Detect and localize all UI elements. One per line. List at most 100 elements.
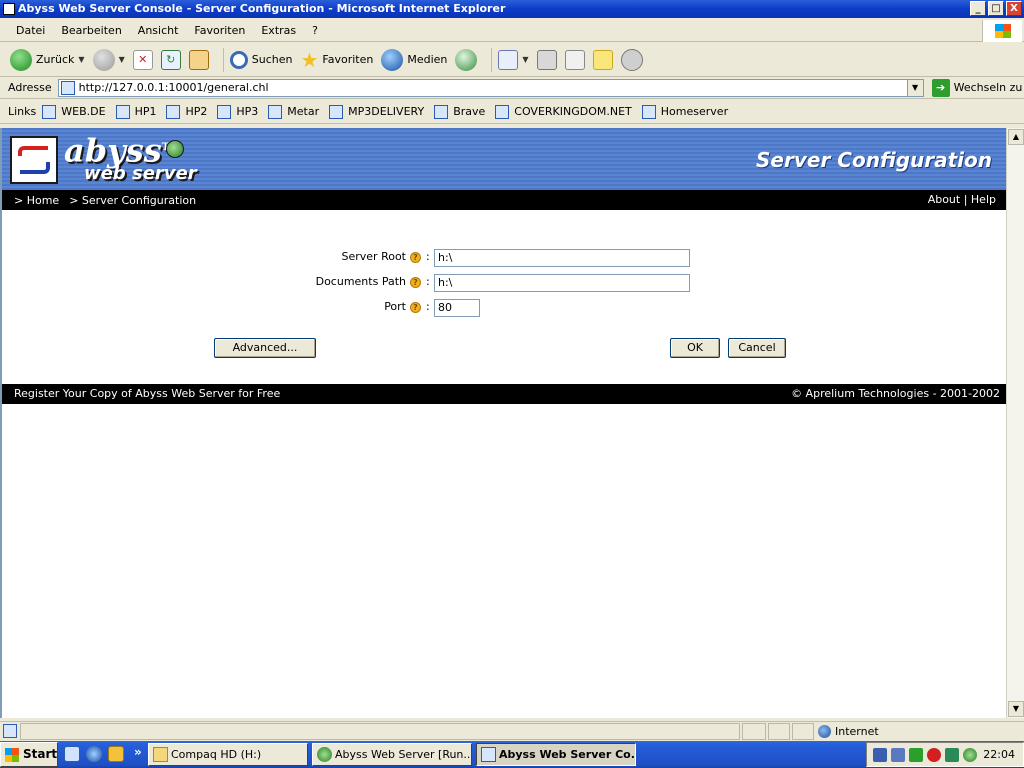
link-hp3[interactable]: HP3 [217,104,259,119]
menu-bar: Datei Bearbeiten Ansicht Favoriten Extra… [0,20,1024,42]
tray-app2-icon[interactable] [945,748,959,762]
link-brave[interactable]: Brave [434,104,485,119]
notes-button[interactable] [592,49,613,70]
abyss-tray-icon[interactable] [963,748,977,762]
links-bar: Links WEB.DE HP1 HP2 HP3 Metar MP3DELIVE… [0,100,1024,124]
favorites-button[interactable]: ★ Favoriten [300,50,373,70]
server-root-row: Server Root ? : h:\ [2,248,1006,268]
chevron-down-icon[interactable]: ▼ [906,79,923,96]
server-root-input[interactable]: h:\ [434,249,690,267]
minimize-button[interactable]: _ [970,1,986,16]
vertical-scrollbar[interactable]: ▲ ▼ [1006,128,1024,718]
ok-button[interactable]: OK [670,338,720,358]
zone-label: Internet [835,725,879,738]
link-coverkingdom[interactable]: COVERKINGDOM.NET [495,104,632,119]
quicklaunch-more-icon[interactable]: » [134,745,142,759]
link-mp3delivery[interactable]: MP3DELIVERY [329,104,424,119]
history-icon [455,48,478,71]
mail-button[interactable]: ▼ [498,49,529,70]
window-controls: _ □ X [970,1,1022,16]
chevron-down-icon[interactable]: ▼ [522,55,528,64]
menu-ansicht[interactable]: Ansicht [130,24,187,37]
history-button[interactable] [455,48,478,71]
abyss-logo-icon [10,136,58,184]
chevron-down-icon[interactable]: ▼ [78,55,84,64]
about-help-links[interactable]: About | Help [928,190,996,210]
home-button[interactable] [188,49,209,70]
link-hp2[interactable]: HP2 [166,104,208,119]
scroll-down-icon[interactable]: ▼ [1008,701,1024,717]
help-icon[interactable]: ? [410,302,421,313]
cancel-button[interactable]: Cancel [728,338,786,358]
back-button[interactable]: Zurück ▼ [10,48,85,71]
ie-page-icon [115,104,130,119]
close-button[interactable]: X [1006,1,1022,16]
link-homeserver[interactable]: Homeserver [641,104,728,119]
advanced-button[interactable]: Advanced... [214,338,316,358]
home-icon [188,49,209,70]
network-icon[interactable] [873,748,887,762]
port-input[interactable]: 80 [434,299,480,317]
menu-help[interactable]: ? [304,24,326,37]
links-label: Links [8,105,37,118]
forward-button[interactable]: ▼ [92,48,125,71]
search-button[interactable]: Suchen [229,50,292,69]
app-quicklaunch-icon[interactable] [108,746,124,762]
refresh-button[interactable]: ↻ [160,49,181,70]
start-label: Start [23,747,58,761]
documents-path-input[interactable]: h:\ [434,274,690,292]
link-label: HP3 [236,105,259,118]
status-cell [768,723,790,740]
breadcrumb: > Home > Server Configuration About | He… [2,190,1006,210]
status-text-cell [20,723,740,740]
ie-quicklaunch-icon[interactable] [86,746,102,762]
toolbar-separator [491,47,493,72]
start-button[interactable]: Start [0,742,58,767]
link-web-de[interactable]: WEB.DE [42,104,106,119]
tray-green-icon[interactable] [909,748,923,762]
go-button[interactable]: ➔ Wechseln zu [931,78,1023,97]
link-label: HP2 [185,105,208,118]
register-link[interactable]: Register Your Copy of Abyss Web Server f… [14,387,280,400]
menu-bearbeiten[interactable]: Bearbeiten [53,24,129,37]
breadcrumb-home[interactable]: > Home [14,194,59,207]
chevron-down-icon[interactable]: ▼ [119,55,125,64]
page-title: Server Configuration [756,148,992,172]
task-abyss-console[interactable]: Abyss Web Server Co... [476,743,636,766]
edit-button[interactable] [564,49,585,70]
maximize-button[interactable]: □ [988,1,1004,16]
help-icon[interactable]: ? [410,277,421,288]
go-label: Wechseln zu [953,81,1023,94]
logo-subtitle: web server [84,163,197,184]
breadcrumb-server-config[interactable]: > Server Configuration [69,194,196,207]
ie-page-icon [3,724,17,738]
task-compaq-hd[interactable]: Compaq HD (H:) [148,743,308,766]
refresh-icon: ↻ [160,49,181,70]
server-root-label: Server Root [341,250,407,263]
link-hp1[interactable]: HP1 [115,104,156,119]
system-tray: 22:04 [866,742,1024,767]
task-label: Abyss Web Server Co... [499,748,636,761]
tray-app-icon[interactable] [891,748,905,762]
task-abyss-server[interactable]: Abyss Web Server [Run... [312,743,472,766]
print-button[interactable] [536,49,557,70]
show-desktop-icon[interactable] [64,746,80,762]
messenger-button[interactable] [620,48,643,71]
clock[interactable]: 22:04 [983,743,1015,766]
stop-button[interactable]: ✕ [132,49,153,70]
tray-red-icon[interactable] [927,748,941,762]
menu-datei[interactable]: Datei [8,24,53,37]
favorites-label: Favoriten [322,53,374,66]
link-metar[interactable]: Metar [268,104,319,119]
address-input[interactable]: http://127.0.0.1:10001/general.chl ▼ [57,78,924,97]
blue-arrow-icon [20,162,50,174]
media-button[interactable]: Medien [381,48,447,71]
security-zone: Internet [816,723,879,740]
menu-favoriten[interactable]: Favoriten [186,24,253,37]
scroll-up-icon[interactable]: ▲ [1008,129,1024,145]
menu-extras[interactable]: Extras [253,24,304,37]
abyss-header: abyssTM web server Server Configuration [2,128,1006,190]
help-icon[interactable]: ? [410,252,421,263]
ie-page-icon [268,104,283,119]
window-title: Abyss Web Server Console - Server Config… [18,2,506,15]
